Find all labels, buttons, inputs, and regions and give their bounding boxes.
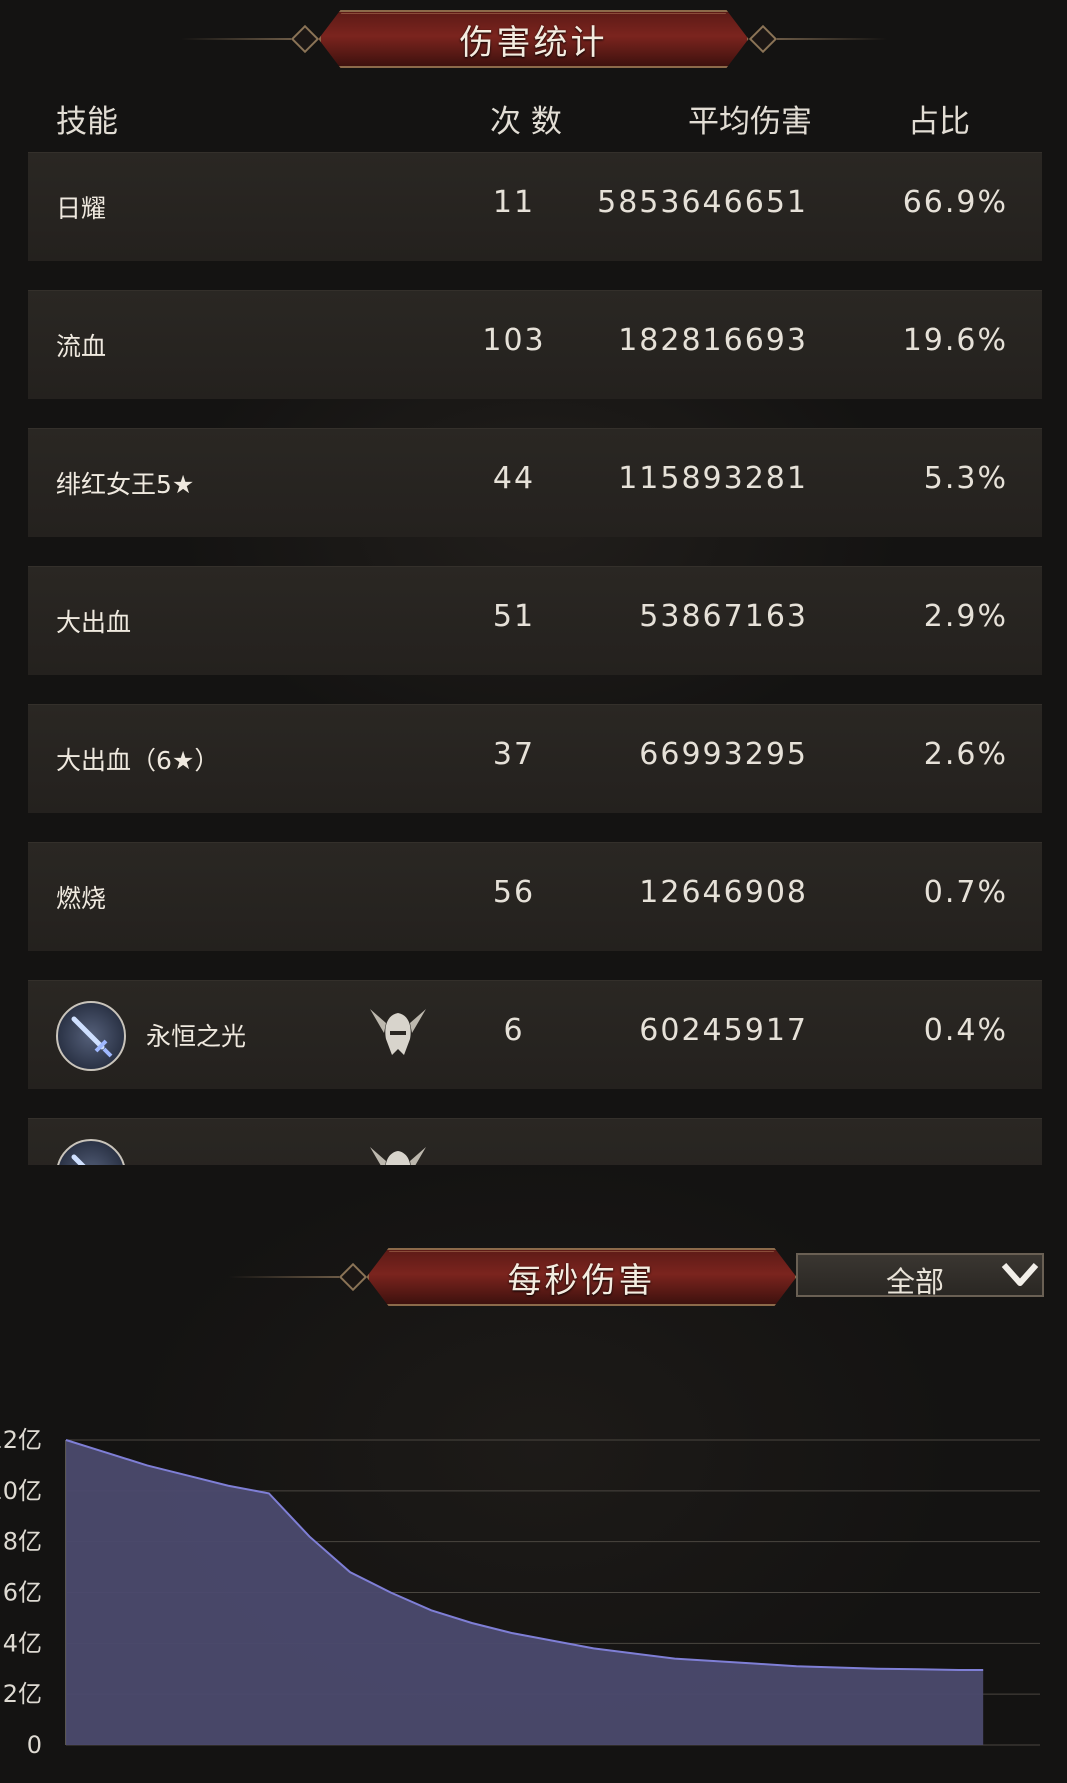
damage-stats-banner: 伤害统计 [180, 10, 887, 68]
header-count: 次 数 [490, 104, 562, 140]
table-row-partial[interactable] [28, 1118, 1042, 1165]
y-tick-label: 4亿 [3, 1629, 42, 1657]
damage-table[interactable]: 日耀 11 5853646651 66.9% 流血 103 182816693 … [28, 150, 1042, 1165]
y-tick-label: 10亿 [0, 1477, 42, 1505]
dps-title: 每秒伤害 [507, 1260, 656, 1301]
header-skill: 技能 [56, 104, 118, 140]
damage-percentage: 0.7% [923, 875, 1008, 910]
y-tick-label: 6亿 [3, 1579, 42, 1607]
dps-filter-dropdown[interactable]: 全部 [796, 1253, 1044, 1299]
damage-percentage: 66.9% [902, 185, 1008, 220]
hit-count: 103 [482, 323, 546, 358]
y-tick-label: 8亿 [3, 1528, 42, 1556]
winged-helmet-icon [370, 1009, 426, 1055]
sword-skill-icon [56, 1001, 126, 1071]
avg-damage: 60245917 [639, 1013, 808, 1048]
hit-count: 51 [492, 599, 536, 634]
damage-percentage: 2.6% [923, 737, 1008, 772]
hit-count: 56 [492, 875, 536, 910]
header-percentage: 占比 [908, 104, 970, 140]
y-tick-label: 2亿 [3, 1680, 42, 1708]
skill-name: 大出血（6★） [56, 746, 220, 775]
table-row[interactable]: 日耀 11 5853646651 66.9% [28, 152, 1042, 261]
avg-damage: 182816693 [618, 323, 808, 358]
avg-damage: 53867163 [639, 599, 808, 634]
skill-name: 燃烧 [56, 884, 107, 913]
skill-name: 永恒之光 [146, 1022, 247, 1051]
table-row[interactable]: 绯红女王5★ 44 115893281 5.3% [28, 428, 1042, 537]
hit-count: 44 [492, 461, 536, 496]
skill-name: 绯红女王5★ [56, 470, 195, 499]
damage-percentage: 2.9% [923, 599, 1008, 634]
table-header: 技能 次 数 平均伤害 占比 [0, 96, 1067, 140]
dropdown-selected: 全部 [886, 1265, 945, 1299]
header-avg-damage: 平均伤害 [688, 104, 812, 140]
damage-percentage: 0.4% [923, 1013, 1008, 1048]
damage-percentage: 19.6% [902, 323, 1008, 358]
chevron-down-icon[interactable] [1000, 1255, 1040, 1295]
avg-damage: 115893281 [618, 461, 808, 496]
skill-name: 流血 [56, 332, 107, 361]
table-row[interactable]: 永恒之光 6 60245917 0.4% [28, 980, 1042, 1089]
hit-count: 11 [492, 185, 536, 220]
damage-stats-title: 伤害统计 [459, 22, 608, 63]
avg-damage: 5853646651 [597, 185, 808, 220]
skill-name: 日耀 [56, 194, 107, 223]
hit-count: 6 [503, 1013, 525, 1048]
table-row[interactable]: 大出血（6★） 37 66993295 2.6% [28, 704, 1042, 813]
hit-count: 37 [492, 737, 536, 772]
sword-skill-icon [56, 1139, 126, 1165]
table-row[interactable]: 流血 103 182816693 19.6% [28, 290, 1042, 399]
dps-area-chart: 0 2亿 4亿 6亿 8亿 10亿 12亿 [0, 1426, 1040, 1759]
dps-banner: 每秒伤害 [228, 1248, 839, 1306]
table-row[interactable]: 燃烧 56 12646908 0.7% [28, 842, 1042, 951]
avg-damage: 66993295 [639, 737, 808, 772]
y-tick-label: 0 [27, 1731, 42, 1759]
damage-percentage: 5.3% [923, 461, 1008, 496]
skill-name: 大出血 [56, 608, 132, 637]
y-tick-label: 12亿 [0, 1426, 42, 1454]
winged-helmet-icon [370, 1147, 426, 1165]
avg-damage: 12646908 [639, 875, 808, 910]
table-row[interactable]: 大出血 51 53867163 2.9% [28, 566, 1042, 675]
